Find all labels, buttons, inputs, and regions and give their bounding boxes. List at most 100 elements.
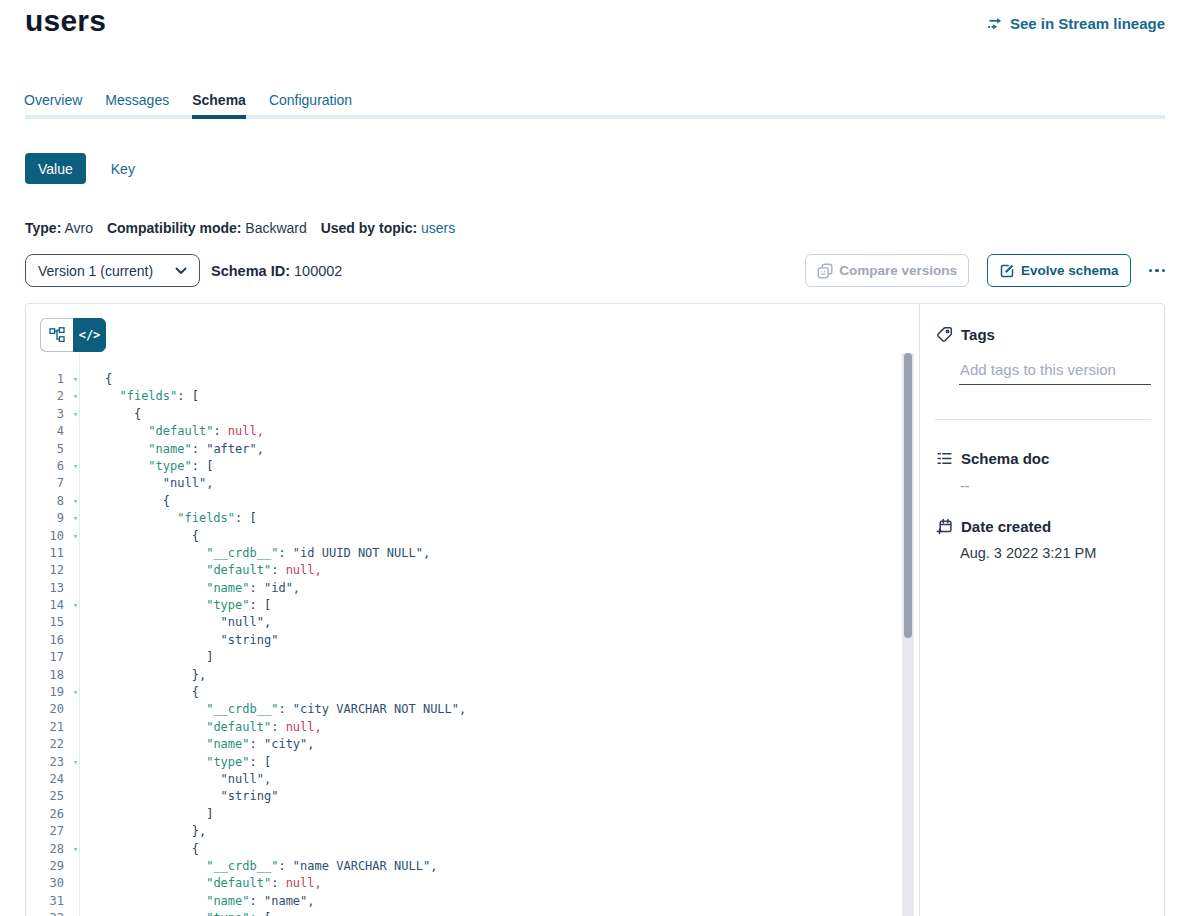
line-number: 4 (26, 423, 64, 440)
line-number: 14 (26, 597, 64, 614)
tab-overview[interactable]: Overview (24, 92, 82, 119)
code-line: 16 "string" (26, 632, 902, 649)
fold-spacer (64, 736, 81, 753)
code-line: 4 "default": null, (26, 423, 902, 440)
version-select[interactable]: Version 1 (current) (25, 254, 200, 287)
code-line: 23▾ "type": [ (26, 754, 902, 771)
evolve-schema-button[interactable]: Evolve schema (987, 254, 1131, 287)
code-text: { (81, 528, 199, 545)
more-actions-button[interactable] (1149, 254, 1166, 287)
code-line: 9▾ "fields": [ (26, 510, 902, 527)
fold-arrow-icon[interactable]: ▾ (64, 754, 81, 771)
code-line: 6▾ "type": [ (26, 458, 902, 475)
value-toggle-button[interactable]: Value (25, 153, 86, 184)
code-line: 13 "name": "id", (26, 580, 902, 597)
calendar-add-icon (936, 518, 953, 535)
type-label: Type: (25, 220, 61, 236)
versions-icon (817, 263, 833, 279)
line-number: 15 (26, 614, 64, 631)
code-line: 26 ] (26, 806, 902, 823)
fold-spacer (64, 545, 81, 562)
fold-spacer (64, 667, 81, 684)
tree-view-button[interactable] (40, 318, 73, 352)
line-number: 26 (26, 806, 64, 823)
fold-spacer (64, 806, 81, 823)
fold-arrow-icon[interactable]: ▾ (64, 597, 81, 614)
fold-arrow-icon[interactable]: ▾ (64, 458, 81, 475)
code-text: "__crdb__": "name VARCHAR NULL", (81, 858, 437, 875)
topic-label: Used by topic: (321, 220, 417, 236)
line-number: 10 (26, 528, 64, 545)
schema-doc-icon (936, 450, 953, 467)
code-line: 1▾{ (26, 371, 902, 388)
schema-doc-value: -- (960, 478, 970, 494)
tab-configuration[interactable]: Configuration (269, 92, 352, 119)
tab-messages[interactable]: Messages (105, 92, 169, 119)
line-number: 9 (26, 510, 64, 527)
tab-schema[interactable]: Schema (192, 92, 246, 119)
code-view-icon: </> (79, 328, 101, 342)
line-number: 27 (26, 823, 64, 840)
line-number: 18 (26, 667, 64, 684)
line-number: 19 (26, 684, 64, 701)
compat-label: Compatibility mode: (107, 220, 242, 236)
tab-bar: Overview Messages Schema Configuration (24, 92, 352, 119)
line-number: 1 (26, 371, 64, 388)
line-number: 22 (26, 736, 64, 753)
fold-spacer (64, 875, 81, 892)
fold-spacer (64, 475, 81, 492)
fold-arrow-icon[interactable]: ▾ (64, 510, 81, 527)
compare-versions-button[interactable]: Compare versions (805, 254, 969, 287)
fold-spacer (64, 580, 81, 597)
code-text: "type": [ (81, 910, 271, 916)
fold-arrow-icon[interactable]: ▾ (64, 841, 81, 858)
code-line: 8▾ { (26, 493, 902, 510)
code-text: "fields": [ (81, 510, 257, 527)
code-line: 27 }, (26, 823, 902, 840)
fold-arrow-icon[interactable]: ▾ (64, 910, 81, 916)
line-number: 7 (26, 475, 64, 492)
fold-arrow-icon[interactable]: ▾ (64, 406, 81, 423)
code-text: "type": [ (81, 597, 271, 614)
code-line: 14▾ "type": [ (26, 597, 902, 614)
fold-spacer (64, 632, 81, 649)
fold-arrow-icon[interactable]: ▾ (64, 371, 81, 388)
line-number: 2 (26, 388, 64, 405)
line-number: 30 (26, 875, 64, 892)
fold-spacer (64, 719, 81, 736)
fold-spacer (64, 614, 81, 631)
scrollbar-thumb[interactable] (904, 353, 912, 638)
fold-spacer (64, 858, 81, 875)
code-line: 31 "name": "name", (26, 893, 902, 910)
code-text: "null", (81, 475, 213, 492)
line-number: 21 (26, 719, 64, 736)
code-line: 18 }, (26, 667, 902, 684)
stream-lineage-link[interactable]: See in Stream lineage (987, 15, 1165, 32)
line-number: 3 (26, 406, 64, 423)
fold-arrow-icon[interactable]: ▾ (64, 493, 81, 510)
key-toggle-button[interactable]: Key (111, 161, 135, 177)
code-text: "name": "name", (81, 893, 315, 910)
code-line: 11 "__crdb__": "id UUID NOT NULL", (26, 545, 902, 562)
fold-arrow-icon[interactable]: ▾ (64, 528, 81, 545)
fold-arrow-icon[interactable]: ▾ (64, 684, 81, 701)
code-text: "string" (81, 632, 278, 649)
tags-input[interactable]: Add tags to this version (960, 361, 1116, 378)
code-text: { (81, 371, 112, 388)
line-number: 28 (26, 841, 64, 858)
code-text: { (81, 406, 141, 423)
line-number: 29 (26, 858, 64, 875)
code-line: 3▾ { (26, 406, 902, 423)
fold-arrow-icon[interactable]: ▾ (64, 388, 81, 405)
topic-link[interactable]: users (421, 220, 455, 236)
code-view-button[interactable]: </> (73, 318, 106, 352)
code-editor[interactable]: 1▾{2▾ "fields": [3▾ {4 "default": null,5… (26, 353, 902, 916)
fold-spacer (64, 893, 81, 910)
code-line: 10▾ { (26, 528, 902, 545)
code-line: 15 "null", (26, 614, 902, 631)
fold-spacer (64, 771, 81, 788)
tags-heading: Tags (961, 326, 995, 343)
line-number: 31 (26, 893, 64, 910)
compat-value: Backward (245, 220, 306, 236)
code-line: 24 "null", (26, 771, 902, 788)
